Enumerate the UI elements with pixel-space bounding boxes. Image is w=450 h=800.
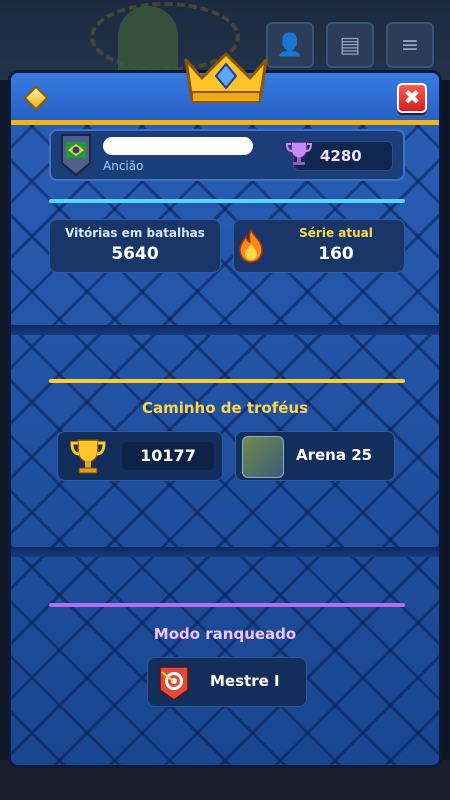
ranked-target-icon [159, 666, 189, 701]
trophy-count: 4280 [320, 147, 362, 165]
wins-box: Vitórias em batalhas 5640 [49, 219, 221, 273]
ranked-league-box[interactable]: Mestre I [147, 657, 307, 707]
news-button[interactable]: ▤ [326, 22, 374, 68]
crown-icon [184, 52, 268, 103]
wins-value: 5640 [111, 244, 159, 264]
section-separator [11, 325, 439, 335]
yellow-divider [49, 379, 405, 383]
streak-value: 160 [318, 244, 354, 264]
arena-label: Arena 25 [296, 446, 373, 464]
cyan-divider [49, 199, 405, 203]
hamburger-icon: ≡ [400, 32, 420, 58]
clan-badge-icon [61, 134, 91, 177]
gem-icon [23, 85, 49, 111]
streak-label: Série atual [299, 226, 373, 240]
person-icon: 👤 [276, 32, 304, 58]
trophy-road-title: Caminho de troféus [141, 399, 309, 417]
ranked-league-label: Mestre I [210, 672, 280, 690]
character-portrait [118, 6, 178, 80]
gold-trophy-icon [70, 439, 106, 474]
wins-label: Vitórias em batalhas [65, 226, 205, 240]
flame-icon [239, 228, 263, 263]
trophy-road-box[interactable]: 10177 [57, 431, 223, 481]
trophy-road-value-box: 10177 [122, 442, 214, 470]
newspaper-icon: ▤ [339, 32, 361, 58]
friends-button[interactable]: 👤 [266, 22, 314, 68]
player-profile-row[interactable]: Ancião 4280 [49, 129, 405, 181]
arena-box[interactable]: Arena 25 [235, 431, 395, 481]
trophy-road-value: 10177 [140, 446, 196, 465]
purple-divider [49, 603, 405, 607]
trophy-count-pill: 4280 [285, 141, 393, 171]
streak-box: Série atual 160 [233, 219, 405, 273]
close-button[interactable]: ✖ [397, 83, 427, 113]
arena-icon [242, 436, 284, 478]
section-separator-2 [11, 547, 439, 557]
purple-trophy-icon [285, 141, 313, 165]
profile-modal: ✖ Ancião 4280 Vitórias em batalhas 5640 [8, 70, 442, 768]
clan-role: Ancião [103, 159, 144, 173]
menu-button[interactable]: ≡ [386, 22, 434, 68]
player-name-redacted [103, 137, 253, 155]
ranked-title: Modo ranqueado [153, 625, 297, 643]
